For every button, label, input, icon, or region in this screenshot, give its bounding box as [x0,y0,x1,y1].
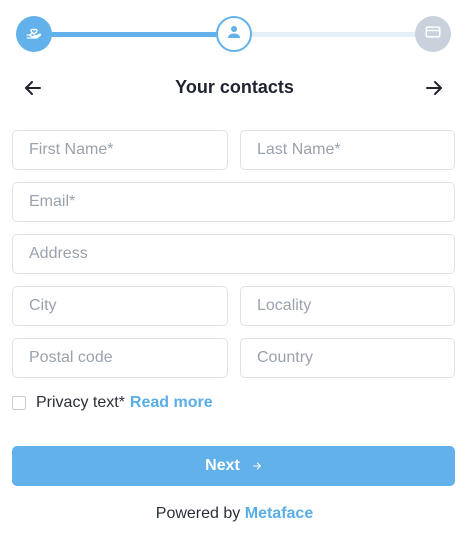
arrow-right-icon[interactable] [422,76,446,100]
step-1-donation[interactable] [16,16,52,52]
first-name-field[interactable] [12,130,228,170]
postal-code-field[interactable] [12,338,228,378]
email-field[interactable] [12,182,455,222]
privacy-label: Privacy text* [36,394,125,411]
step-3-payment[interactable] [415,16,451,52]
next-button-label: Next [205,457,240,474]
powered-by-footer: Powered by Metaface [0,505,469,523]
progress-stepper [0,0,469,70]
step-2-contacts[interactable] [216,16,252,52]
privacy-checkbox[interactable] [12,396,26,410]
credit-card-icon [424,23,442,46]
address-field[interactable] [12,234,455,274]
locality-field[interactable] [240,286,455,326]
step-connector-pending [251,32,417,37]
user-icon [225,23,243,46]
step-connector-completed [50,32,218,37]
read-more-link[interactable]: Read more [130,394,213,412]
arrow-right-icon [252,461,262,471]
country-field[interactable] [240,338,455,378]
powered-by-label: Powered by [155,505,241,522]
brand-link[interactable]: Metaface [245,505,313,522]
city-field[interactable] [12,286,228,326]
hand-heart-icon [25,23,43,46]
page-title: Your contacts [175,77,294,97]
privacy-consent: Privacy text* Read more [12,393,213,413]
next-button[interactable]: Next [12,446,455,486]
last-name-field[interactable] [240,130,455,170]
page-header: Your contacts [0,68,469,108]
